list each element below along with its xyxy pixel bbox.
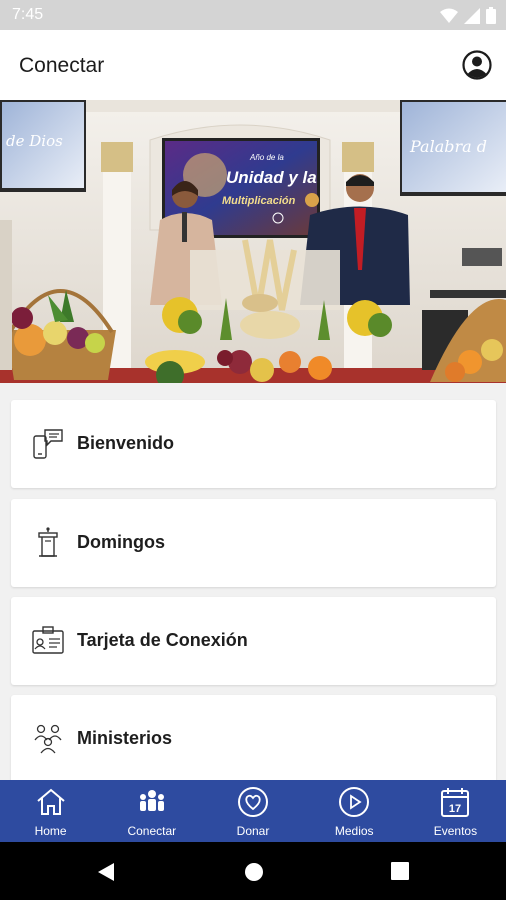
- nav-donar[interactable]: Donar: [202, 780, 303, 842]
- nav-label: Donar: [236, 824, 270, 838]
- home-icon: [36, 788, 65, 815]
- play-circle-icon: [339, 787, 370, 817]
- nav-medios[interactable]: Medios: [304, 780, 405, 842]
- right-screen-text: Palabra d: [409, 137, 487, 156]
- nav-label: Conectar: [127, 824, 177, 838]
- nav-label: Home: [34, 824, 67, 838]
- id-card-icon: [32, 626, 64, 654]
- list-item-tarjeta-de-conexion[interactable]: Tarjeta de Conexión: [11, 597, 496, 685]
- church-stage-photo: de Dios Palabra d Año de la Unidad y la …: [0, 100, 506, 383]
- left-screen-text: de Dios: [6, 132, 63, 150]
- home-circle-icon[interactable]: [244, 862, 264, 882]
- list-item-label: Tarjeta de Conexión: [77, 630, 248, 650]
- list-item-ministerios[interactable]: Ministerios: [11, 695, 496, 780]
- people-icon: [139, 790, 164, 811]
- calendar-icon: 17: [441, 788, 470, 817]
- list-item-label: Ministerios: [77, 728, 173, 748]
- people-group-icon: [34, 724, 62, 754]
- calendar-day: 17: [449, 803, 461, 815]
- center-screen-line2: Unidad y la: [226, 168, 317, 187]
- status-bar: 7:45: [0, 0, 506, 30]
- nav-label: Eventos: [433, 824, 478, 838]
- hero-image: de Dios Palabra d Año de la Unidad y la …: [0, 100, 506, 383]
- connect-list: Bienvenido Domingos Tarjeta de Conexión: [0, 383, 506, 780]
- app-bar: Conectar: [0, 30, 506, 100]
- battery-icon: [486, 7, 496, 24]
- heart-circle-icon: [238, 787, 268, 817]
- nav-conectar[interactable]: Conectar: [101, 780, 202, 842]
- center-screen-line3: Multiplicación: [222, 195, 296, 207]
- list-item-label: Domingos: [77, 532, 165, 552]
- back-icon[interactable]: [96, 862, 116, 882]
- recents-icon[interactable]: [391, 862, 409, 880]
- nav-home[interactable]: Home: [0, 780, 101, 842]
- list-item-label: Bienvenido: [77, 433, 175, 453]
- account-circle-icon[interactable]: [462, 50, 492, 80]
- center-screen-line1: Año de la: [249, 153, 284, 162]
- signal-icon: [464, 7, 480, 24]
- bottom-nav: Home Conectar Donar Medios 17 Eventos: [0, 780, 506, 842]
- list-item-domingos[interactable]: Domingos: [11, 499, 496, 587]
- list-item-bienvenido[interactable]: Bienvenido: [11, 400, 496, 488]
- wifi-icon: [440, 8, 458, 23]
- pulpit-icon: [38, 527, 58, 557]
- system-nav-bar: [0, 842, 506, 900]
- nav-label: Medios: [334, 824, 374, 838]
- page-title: Conectar: [19, 54, 105, 77]
- chat-phone-icon: [33, 429, 63, 459]
- status-time: 7:45: [12, 6, 44, 23]
- status-icons: [440, 7, 496, 24]
- nav-eventos[interactable]: 17 Eventos: [405, 780, 506, 842]
